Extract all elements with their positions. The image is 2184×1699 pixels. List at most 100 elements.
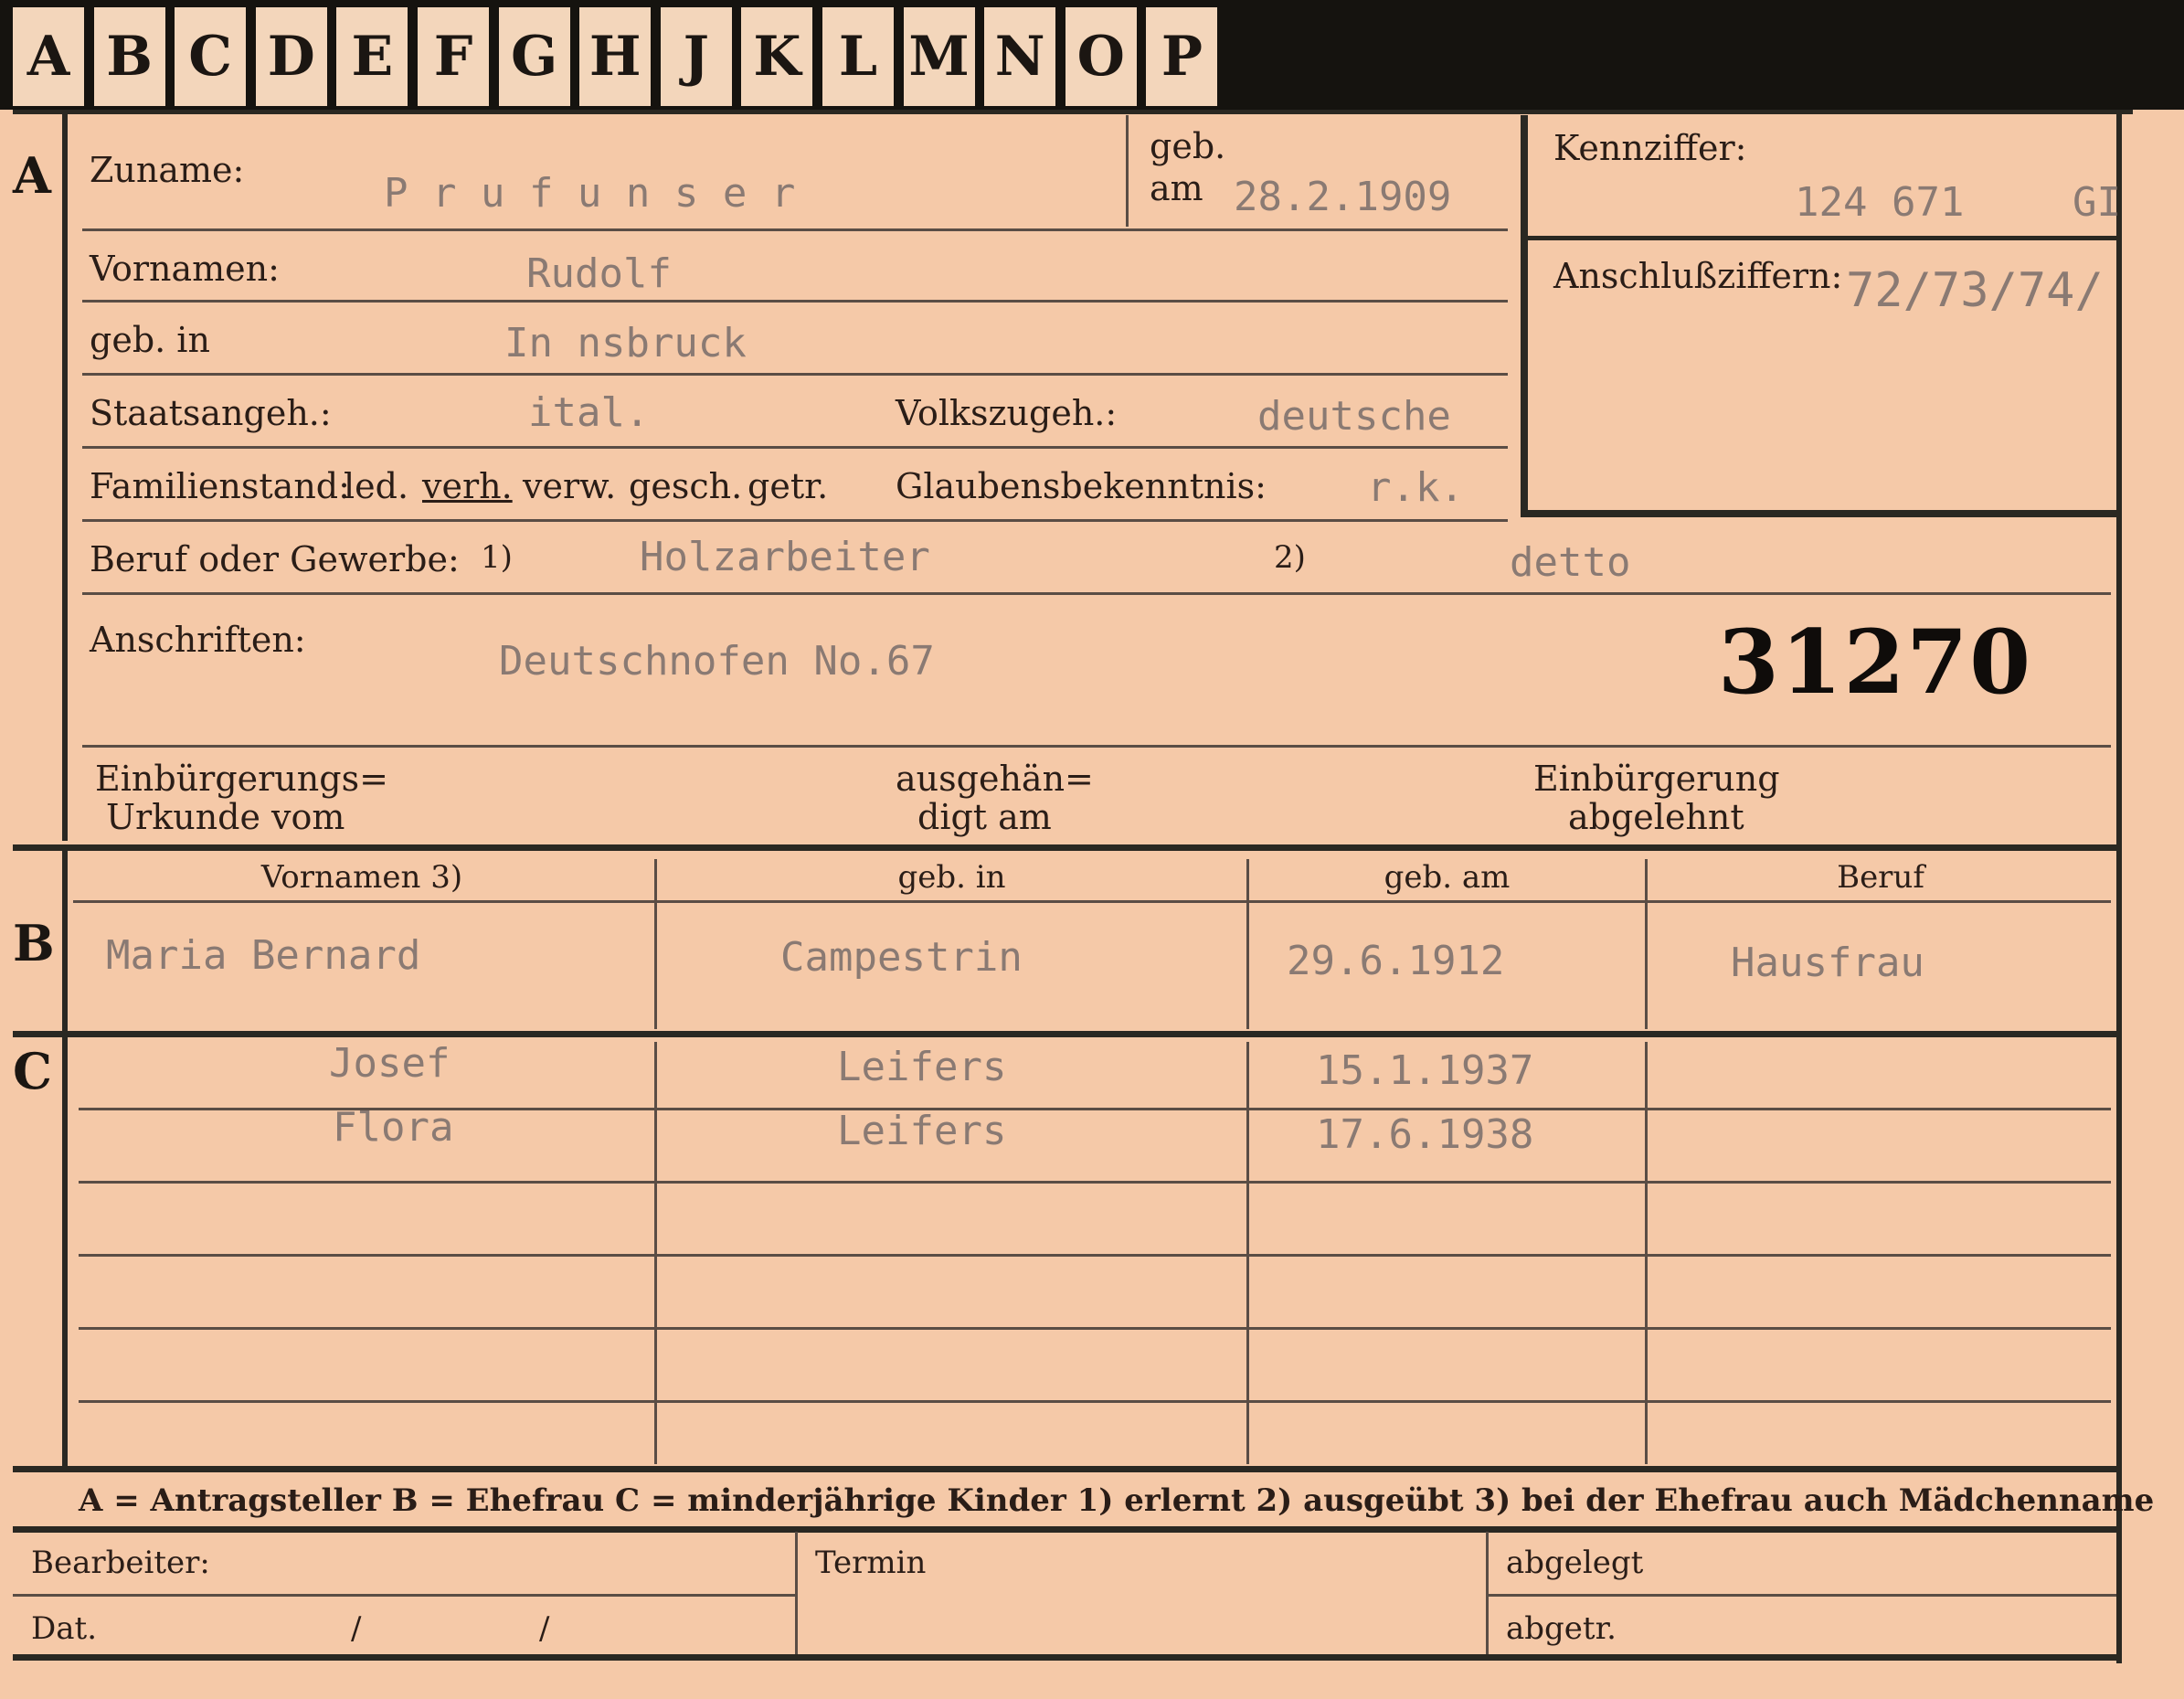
delivered-label-2: digt am [917, 797, 1052, 837]
section-c-letter: C [13, 1042, 52, 1100]
footer-divider [795, 1532, 798, 1660]
alphabet-tab[interactable]: N [984, 7, 1060, 106]
row-line [82, 592, 2111, 595]
connection-value: 72/73/74/ [1846, 263, 2104, 318]
row-line [82, 373, 1508, 376]
marital-option-divorced: gesch. [629, 466, 743, 506]
occupation-learned-value: Holzarbeiter [640, 534, 930, 580]
marital-option-married: verh. [422, 466, 513, 506]
section-c-left-border [62, 1036, 68, 1466]
birthplace-value: In nsbruck [504, 320, 747, 366]
alphabet-tab[interactable]: G [498, 7, 574, 106]
section-b-top-border [13, 844, 2120, 851]
alphabet-tab[interactable]: E [336, 7, 412, 106]
legend-text: A = Antragsteller B = Ehefrau C = minder… [79, 1482, 2155, 1519]
identifier-box-divider [1521, 236, 2116, 240]
clerk-label: Bearbeiter: [31, 1545, 210, 1581]
marital-option-separated: getr. [747, 466, 829, 506]
col-header-first-names: Vornamen 3) [260, 859, 463, 896]
ethnicity-value: deutsche [1257, 393, 1451, 440]
child-1-birth-date: 15.1.1937 [1316, 1047, 1534, 1094]
citizenship-value: ital. [528, 389, 650, 436]
card-top-border [13, 110, 2133, 114]
alphabet-tab[interactable]: O [1065, 7, 1140, 106]
alphabet-tab[interactable]: M [903, 7, 979, 106]
naturalization-cert-label-2: Urkunde vom [106, 797, 345, 837]
religion-value: r.k. [1367, 464, 1464, 511]
header-line [73, 900, 2111, 903]
connection-label: Anschlußziffern: [1553, 256, 1843, 296]
alphabet-tab[interactable]: F [418, 7, 493, 106]
legend-bottom-border [13, 1526, 2120, 1533]
birth-date-divider [1126, 115, 1129, 227]
delivered-out-label: abgetr. [1506, 1610, 1617, 1647]
row-line [82, 745, 2111, 748]
row-line [82, 446, 1508, 449]
filed-label: abgelegt [1506, 1545, 1644, 1581]
row-line [82, 519, 1508, 522]
surname-value: P r u f u n s e r [384, 170, 796, 217]
address-value: Deutschnofen No.67 [499, 638, 935, 685]
naturalization-refused-label-1: Einbürgerung [1533, 759, 1780, 799]
legend-top-border [13, 1466, 2120, 1472]
spouse-occupation: Hausfrau [1731, 940, 1924, 986]
first-names-label: Vornamen: [90, 249, 280, 289]
footer-line [1486, 1594, 2116, 1597]
alphabet-tab[interactable]: K [741, 7, 817, 106]
serial-number: 31270 [1718, 611, 2032, 714]
col-header-birthplace: geb. in [897, 859, 1006, 896]
identifier-box-bottom [1521, 510, 2116, 517]
citizenship-label: Staatsangeh.: [90, 393, 332, 433]
date-separator-2: / [539, 1610, 550, 1647]
birthplace-label: geb. in [90, 320, 210, 360]
child-row-line [79, 1400, 2111, 1403]
row-line [82, 300, 1508, 303]
spouse-first-names: Maria Bernard [106, 932, 421, 979]
child-2-birthplace: Leifers [837, 1108, 1007, 1154]
child-1-first-names: Josef [329, 1040, 451, 1087]
first-names-value: Rudolf [526, 250, 672, 297]
identifier-value: 124 671 [1795, 179, 1965, 226]
spouse-birth-date: 29.6.1912 [1287, 938, 1505, 984]
footer-line [13, 1594, 795, 1597]
child-2-birth-date: 17.6.1938 [1316, 1111, 1534, 1158]
col-header-occupation: Beruf [1837, 859, 1924, 896]
section-b-letter: B [13, 914, 55, 972]
naturalization-refused-label-2: abgelehnt [1568, 797, 1744, 837]
ethnicity-label: Volkszugeh.: [896, 393, 1118, 433]
delivered-label-1: ausgehän= [896, 759, 1094, 799]
alphabet-tab[interactable]: D [255, 7, 331, 106]
section-b-left-border [62, 850, 68, 1033]
date-separator-1: / [351, 1610, 362, 1647]
deadline-label: Termin [815, 1545, 927, 1581]
identifier-label: Kennziffer: [1553, 128, 1747, 168]
surname-label: Zuname: [90, 150, 245, 190]
child-row-line [79, 1181, 2111, 1184]
card-right-border [2116, 110, 2122, 1663]
alphabet-tab[interactable]: B [93, 7, 169, 106]
marital-status-label: Familienstand: [90, 466, 350, 506]
alphabet-tab[interactable]: C [175, 7, 250, 106]
birth-date-value: 28.2.1909 [1234, 174, 1452, 220]
marital-option-single: led. [344, 466, 409, 506]
naturalization-cert-label-1: Einbürgerungs= [95, 759, 388, 799]
birth-date-label-geb: geb. [1150, 126, 1226, 166]
occupation-label: Beruf oder Gewerbe: [90, 539, 460, 579]
child-2-first-names: Flora [333, 1104, 454, 1151]
alphabet-tab[interactable]: H [579, 7, 655, 106]
marital-option-widowed: verw. [523, 466, 617, 506]
alphabet-tab[interactable]: P [1146, 7, 1222, 106]
card-bottom-border [13, 1654, 2120, 1661]
occupation-footnote-1: 1) [481, 539, 513, 576]
alphabet-tab[interactable]: J [660, 7, 736, 106]
alphabet-tab[interactable]: A [13, 7, 88, 106]
col-header-birth-date: geb. am [1384, 859, 1511, 896]
section-a-letter: A [13, 146, 51, 205]
row-line [82, 228, 1508, 231]
religion-label: Glaubensbekenntnis: [896, 466, 1267, 506]
date-label: Dat. [31, 1610, 98, 1647]
child-row-line [79, 1254, 2111, 1257]
child-1-birthplace: Leifers [837, 1044, 1007, 1090]
alphabet-tab[interactable]: L [822, 7, 897, 106]
addresses-label: Anschriften: [90, 620, 306, 660]
